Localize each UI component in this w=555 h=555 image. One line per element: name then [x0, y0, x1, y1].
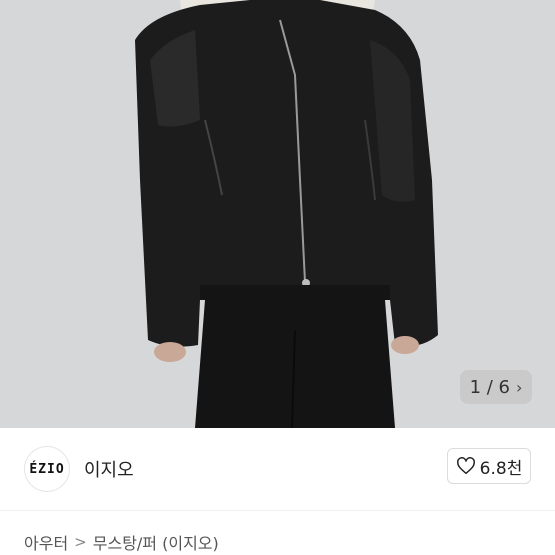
like-button[interactable]: 6.8천 [447, 448, 531, 484]
product-photo [0, 0, 555, 428]
divider [0, 510, 555, 511]
product-image-carousel[interactable]: 1 / 6 › [0, 0, 555, 428]
breadcrumb-parent[interactable]: 아우터 [24, 530, 68, 554]
image-counter[interactable]: 1 / 6 › [460, 370, 532, 404]
breadcrumb-current[interactable]: 무스탕/퍼 (이지오) [93, 530, 219, 554]
image-counter-text: 1 / 6 [469, 376, 510, 398]
chevron-right-icon[interactable]: › [516, 378, 522, 397]
breadcrumb: 아우터 > 무스탕/퍼 (이지오) [24, 528, 219, 555]
brand-logo-text: ÉZIO [29, 461, 65, 477]
heart-outline-icon [456, 457, 475, 475]
breadcrumb-separator: > [74, 533, 87, 551]
brand-name[interactable]: 이지오 [84, 456, 134, 482]
brand-logo[interactable]: ÉZIO [24, 446, 70, 492]
like-count: 6.8천 [479, 458, 523, 479]
